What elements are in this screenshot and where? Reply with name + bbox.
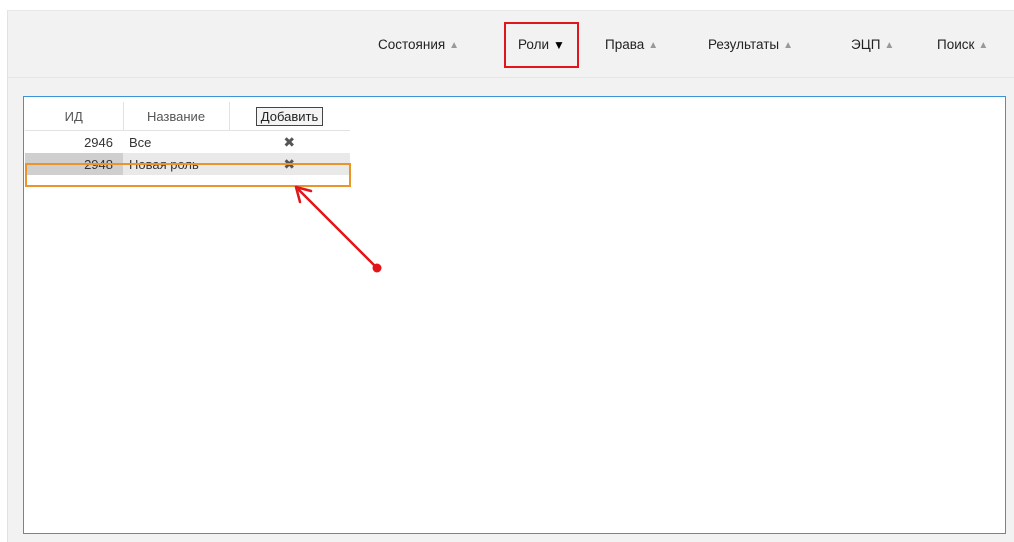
delete-icon[interactable]: ✖	[283, 156, 295, 172]
tab-signature-label: ЭЦП	[851, 37, 881, 52]
tab-rights-label: Права	[605, 37, 645, 52]
row-name: Все	[129, 134, 152, 150]
add-role-button[interactable]: Добавить	[255, 106, 324, 126]
tabs-bar: Состояния ▲ Роли ▼ Права ▲ Результаты ▲ ЭЦП ▲…	[8, 11, 1014, 71]
chevron-up-icon: ▲	[978, 40, 989, 51]
tab-results[interactable]: Результаты ▲	[708, 27, 793, 63]
tab-states-label: Состояния	[378, 37, 446, 52]
tab-rights[interactable]: Права ▲	[605, 27, 658, 63]
chevron-up-icon: ▲	[884, 40, 895, 51]
row-actions: ✖	[229, 131, 350, 154]
table-row[interactable]: 2946 Все ✖	[25, 131, 350, 154]
chevron-up-icon: ▲	[449, 40, 460, 51]
column-header-actions: Добавить	[229, 102, 350, 131]
tab-results-label: Результаты	[708, 37, 780, 52]
tab-search[interactable]: Поиск ▲	[937, 27, 988, 63]
tab-states[interactable]: Состояния ▲	[378, 27, 459, 63]
roles-table: ИД Название Добавить 2946 Все ✖ 2948 Нов…	[25, 102, 350, 175]
tab-search-label: Поиск	[937, 37, 975, 52]
table-row-selected[interactable]: 2948 Новая роль ✖	[25, 153, 350, 175]
divider	[8, 77, 1014, 78]
row-id: 2948	[25, 153, 123, 175]
chevron-down-icon: ▼	[553, 38, 565, 52]
chevron-up-icon: ▲	[783, 40, 794, 51]
table-header-row: ИД Название Добавить	[25, 102, 350, 131]
tab-roles-label: Роли	[518, 37, 550, 52]
roles-panel: ИД Название Добавить 2946 Все ✖ 2948 Нов…	[23, 96, 1006, 534]
tab-roles[interactable]: Роли ▼	[504, 22, 579, 68]
row-id: 2946	[84, 134, 113, 150]
delete-icon[interactable]: ✖	[283, 134, 295, 150]
chevron-up-icon: ▲	[648, 40, 659, 51]
tab-signature[interactable]: ЭЦП ▲	[851, 27, 894, 63]
column-header-name: Название	[123, 102, 230, 131]
column-header-id: ИД	[25, 102, 124, 131]
row-actions: ✖	[229, 153, 350, 175]
row-name: Новая роль	[123, 153, 229, 175]
app-frame: Состояния ▲ Роли ▼ Права ▲ Результаты ▲ ЭЦП ▲…	[7, 10, 1014, 542]
